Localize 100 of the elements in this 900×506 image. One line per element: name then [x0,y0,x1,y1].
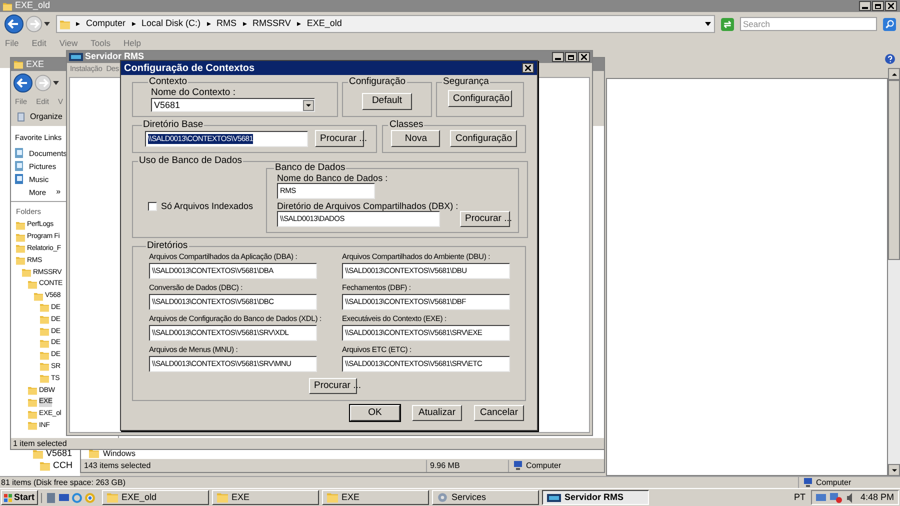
dropdown-caret-icon[interactable] [705,22,711,26]
folder-icon [326,492,338,503]
minimize-icon[interactable] [859,1,871,11]
group-title: Diretório Base [142,120,204,130]
breadcrumb-item[interactable]: EXE_old [306,17,342,31]
clock: 4:48 PM [860,490,894,504]
classes-button[interactable]: Configuração [450,130,517,147]
start-button[interactable]: Start [1,490,38,505]
folder-icon [40,461,50,471]
help-icon[interactable] [885,54,895,64]
taskbar-button[interactable]: EXE [322,490,429,505]
computer-icon [513,461,523,470]
status-text: 143 items selected [83,460,152,472]
dialog-button[interactable]: Cancelar [474,405,524,421]
security-configuration-button[interactable]: Configuração [448,90,512,107]
dialog-button[interactable]: OK [350,405,400,421]
separator-arrow-icon [206,22,211,26]
maximize-icon[interactable] [872,1,884,11]
folder-icon [16,256,25,266]
folder-icon [106,492,118,503]
close-icon[interactable] [885,1,897,11]
context-dropdown[interactable]: V5681 [151,98,315,112]
search-icon[interactable] [883,18,896,30]
dropdown-caret-icon[interactable] [44,22,50,26]
back-icon[interactable] [4,14,24,34]
group-title: Banco de Dados [274,163,346,173]
taskbar-button[interactable]: Servidor RMS [542,490,649,505]
taskbar-button[interactable]: EXE_old [102,490,209,505]
folder-icon [16,220,25,230]
windows-logo-icon [4,494,12,502]
breadcrumb-item[interactable]: Local Disk (C:) [142,17,201,31]
browse-button[interactable]: Procurar ... [315,130,364,147]
breadcrumb-item[interactable]: RMS [216,17,237,31]
group-title: Classes [388,120,424,130]
folder-tree-item[interactable]: Windows [103,448,136,460]
close-icon[interactable] [578,52,590,62]
organize-button[interactable]: Organize [17,111,62,123]
dialog-title: Configuração de Contextos [124,62,255,76]
app-logo-icon [546,494,561,502]
status-size: 9.96 MB [426,460,508,472]
folder-icon [40,374,49,384]
classes-button[interactable]: Nova [391,130,440,147]
desktop-icon[interactable] [58,492,69,502]
window-title: EXE [26,58,44,71]
window-title: Servidor RMS [85,50,144,64]
status-location: Computer [526,460,562,472]
folder-icon [60,18,70,30]
separator-arrow-icon [132,22,136,26]
folder-icon [40,327,49,336]
taskbar-button[interactable]: Services [432,490,539,505]
checkbox[interactable] [148,202,157,211]
folder-icon [40,362,49,372]
scroll-down-icon[interactable] [888,464,900,476]
field-label: Diretório de Arquivos Compartilhados (DBX) : [277,201,460,211]
folder-tree-item[interactable]: CCH [53,459,72,473]
refresh-icon[interactable] [721,18,734,30]
folder-tree-item[interactable]: V5681 [46,447,72,461]
network-warning-icon[interactable] [830,492,842,502]
breadcrumb-item[interactable]: Computer [86,17,126,31]
scrollbar[interactable] [888,68,900,476]
folder-icon [40,303,49,312]
folder-icon [28,386,37,396]
folder-icon [16,244,25,254]
checkbox-label: Só Arquivos Indexados [161,200,254,213]
browse-button[interactable]: Procurar ... [460,211,510,227]
folder-icon [34,292,43,301]
organize-icon [17,112,27,122]
default-button[interactable]: Default [362,92,412,110]
folder-icon [40,338,49,348]
field-label: Nome do Contexto : [151,87,236,98]
monitor-icon[interactable] [816,492,826,502]
expand-glyph[interactable]: » [56,186,61,198]
separator-arrow-icon [76,22,80,26]
status-text: 1 item selected [12,438,67,450]
back-icon[interactable] [13,73,33,93]
scroll-thumb[interactable] [888,80,900,260]
folder-icon [40,350,49,360]
taskbar-button[interactable]: EXE [212,490,319,505]
language-indicator[interactable]: PT [790,490,808,504]
search-field[interactable]: Search [740,17,877,31]
folder-icon [28,280,37,289]
address-bar[interactable]: Computer Local Disk (C:) RMS RMSSRV EXE_old [56,15,715,33]
music-icon [15,174,25,184]
dropdown-caret-icon[interactable] [53,81,59,85]
folder-icon [22,268,31,278]
maximize-icon[interactable] [565,52,577,62]
dialog-button[interactable]: Atualizar [412,405,462,421]
status-text: 81 items (Disk free space: 263 GB) [0,476,126,488]
documents-icon [15,148,25,158]
scroll-up-icon[interactable] [888,68,900,80]
close-icon[interactable] [522,63,534,73]
group-title: Contexto [148,77,188,87]
minimize-icon[interactable] [552,52,564,62]
breadcrumb-item[interactable]: RMSSRV [252,17,291,31]
computer-icon [803,478,813,487]
window-title: EXE_old [15,0,50,12]
folder-icon [28,410,37,419]
pictures-icon [15,161,25,172]
app-logo-icon [69,53,83,61]
status-location: Computer [816,476,852,488]
